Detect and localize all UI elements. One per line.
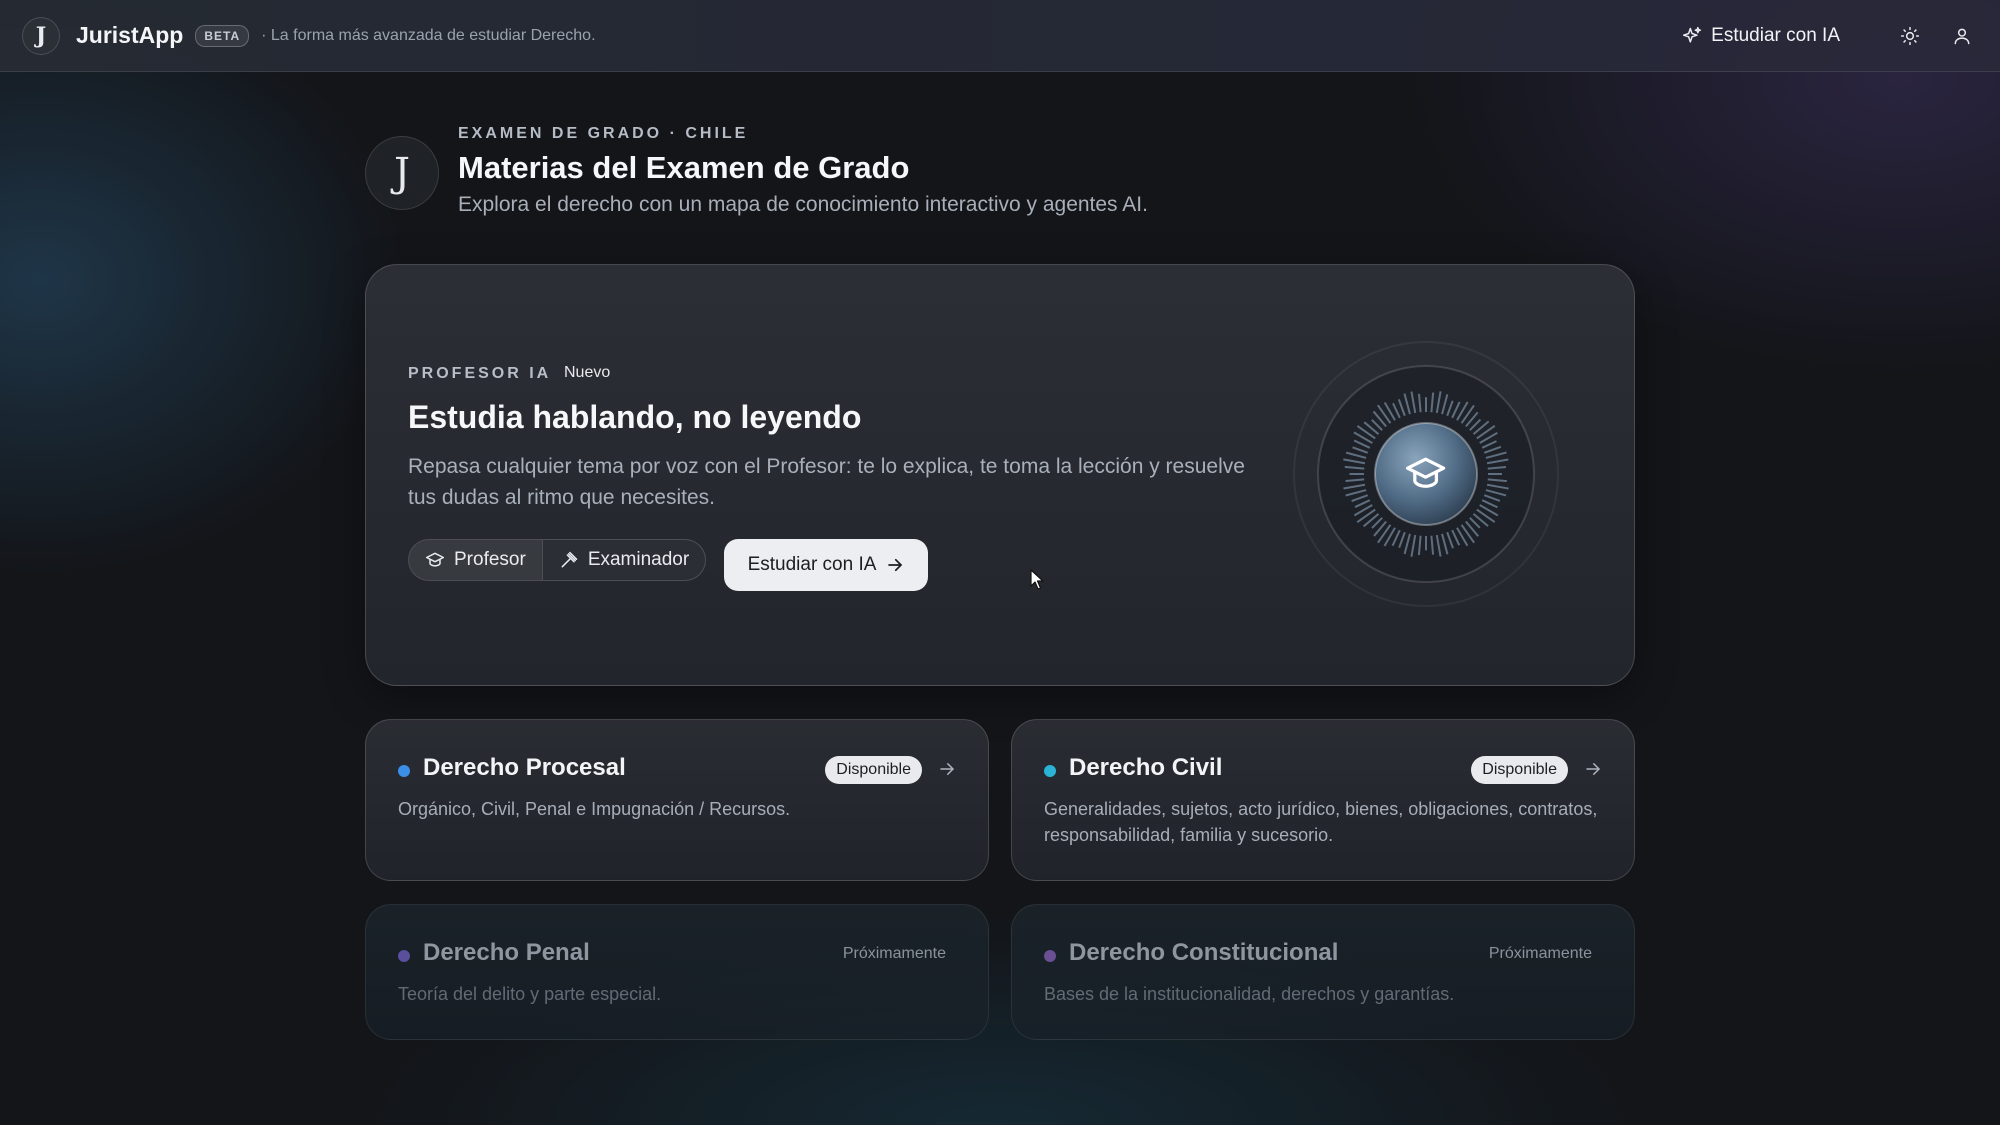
subject-description: Bases de la institucionalidad, derechos …	[1044, 984, 1455, 1004]
ai-professor-card: PROFESOR IA Nuevo Estudia hablando, no l…	[365, 264, 1635, 686]
subject-name: Derecho Constitucional	[1069, 939, 1339, 966]
new-badge: Nuevo	[564, 364, 611, 381]
page-eyebrow: EXAMEN DE GRADO · CHILE	[458, 125, 749, 142]
top-actions: Estudiar con IA	[1682, 20, 1978, 52]
subject-status-dot	[1044, 765, 1056, 777]
subject-description: Orgánico, Civil, Penal e Impugnación / R…	[398, 799, 791, 819]
arrow-right-icon[interactable]	[1584, 760, 1602, 778]
app-logo-letter: J	[35, 22, 47, 49]
page-title: Materias del Examen de Grado	[458, 150, 910, 185]
study-with-ai-nav-label: Estudiar con IA	[1711, 24, 1840, 46]
mode-profesor-label: Profesor	[454, 549, 526, 570]
gavel-icon	[561, 551, 578, 568]
top-navbar: J JuristApp BETA · La forma más avanzada…	[0, 0, 2000, 72]
page-logo: J	[365, 136, 439, 210]
arrow-right-icon	[888, 558, 903, 572]
status-badge: Disponible	[1471, 756, 1568, 784]
study-with-ai-button[interactable]: Estudiar con IA	[724, 539, 928, 591]
subject-card-constitucional: Derecho Constitucional Próximamente Base…	[1011, 904, 1635, 1040]
subject-description: Teoría del delito y parte especial.	[398, 984, 662, 1004]
status-badge: Disponible	[825, 756, 922, 784]
app-name[interactable]: JuristApp	[76, 22, 183, 49]
voice-orb-graphic	[1293, 341, 1559, 607]
mode-profesor-button[interactable]: Profesor	[409, 540, 542, 580]
hero-description: Repasa cualquier tema por voz con el Pro…	[408, 455, 1245, 509]
user-icon	[1954, 28, 1970, 44]
mode-examinador-button[interactable]: Examinador	[541, 540, 705, 580]
study-with-ai-nav-button[interactable]: Estudiar con IA	[1682, 25, 1840, 47]
theme-toggle-button[interactable]	[1894, 20, 1926, 52]
mouse-cursor-icon	[1030, 569, 1044, 590]
voice-orb[interactable]	[1291, 339, 1561, 609]
study-with-ai-label: Estudiar con IA	[747, 554, 877, 575]
page-logo-letter: J	[393, 150, 411, 196]
subject-card-procesal[interactable]: Derecho Procesal Disponible Orgánico, Ci…	[365, 719, 989, 881]
subject-status-dot	[1044, 950, 1056, 962]
subject-card-penal: Derecho Penal Próximamente Teoría del de…	[365, 904, 989, 1040]
beta-badge: BETA	[195, 24, 250, 47]
subject-status-dot	[398, 950, 410, 962]
coming-soon-label: Próximamente	[842, 945, 946, 962]
hero-title: Estudia hablando, no leyendo	[408, 399, 862, 435]
hero-eyebrow: PROFESOR IA	[408, 365, 552, 382]
subject-status-dot	[398, 765, 410, 777]
subject-name: Derecho Procesal	[423, 754, 626, 781]
page-subtitle: Explora el derecho con un mapa de conoci…	[458, 193, 1148, 216]
mode-toggle-group: Profesor Examinador	[408, 539, 707, 581]
subject-description: Generalidades, sujetos, acto jurídico, b…	[1044, 799, 1598, 845]
arrow-right-icon[interactable]	[938, 760, 956, 778]
app-logo[interactable]: J	[22, 16, 60, 55]
user-profile-button[interactable]	[1946, 20, 1978, 52]
coming-soon-label: Próximamente	[1488, 945, 1592, 962]
sparkles-icon	[1683, 26, 1702, 43]
mode-examinador-label: Examinador	[587, 549, 690, 570]
subject-name: Derecho Civil	[1069, 754, 1223, 781]
sun-icon	[1900, 26, 1920, 45]
app-tagline: · La forma más avanzada de estudiar Dere…	[261, 26, 596, 44]
graduation-cap-icon	[425, 552, 445, 567]
subject-card-civil[interactable]: Derecho Civil Disponible Generalidades, …	[1011, 719, 1635, 881]
subject-name: Derecho Penal	[423, 939, 590, 966]
